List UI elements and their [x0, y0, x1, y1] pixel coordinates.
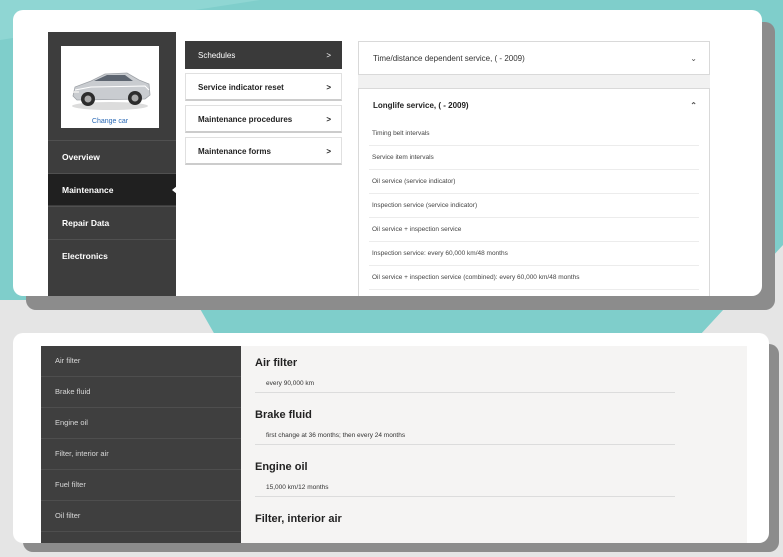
section-title: Air filter — [255, 357, 298, 369]
chevron-down-icon: ⌄ — [690, 54, 697, 63]
section-value: first change at 36 months; then every 24… — [255, 427, 675, 445]
service-items-panel: Air filter Brake fluid Engine oil Filter… — [13, 333, 769, 543]
schedule-link[interactable]: Service item intervals — [369, 146, 699, 170]
submenu-item-label: Maintenance procedures — [198, 115, 293, 124]
nav-item-overview[interactable]: Overview — [48, 140, 176, 172]
schedule-link[interactable]: Oil service (service indicator) — [369, 170, 699, 194]
car-icon — [72, 72, 151, 110]
sidebar-item-oil-filter[interactable]: Oil filter — [41, 501, 241, 532]
chevron-right-icon: > — [326, 147, 331, 156]
accordion-header-longlife[interactable]: Longlife service, ( - 2009) ⌃ — [358, 88, 710, 122]
section-title: Brake fluid — [255, 409, 312, 421]
sidebar-item-timing-belt[interactable]: Timing belt — [41, 532, 241, 543]
submenu-item-label: Schedules — [198, 51, 236, 60]
vehicle-card[interactable]: Change car — [61, 46, 159, 128]
submenu-item-maintenance-procedures[interactable]: Maintenance procedures > — [185, 105, 342, 133]
sidebar-item-air-filter[interactable]: Air filter — [41, 346, 241, 377]
nav-item-electronics[interactable]: Electronics — [48, 239, 176, 271]
chevron-right-icon: > — [326, 51, 331, 60]
schedule-link[interactable]: Oil service + inspection service (combin… — [369, 266, 699, 290]
schedule-link[interactable]: Oil service + inspection service — [369, 218, 699, 242]
submenu-item-service-indicator-reset[interactable]: Service indicator reset > — [185, 73, 342, 101]
sidebar-item-filter-interior-air[interactable]: Filter, interior air — [41, 439, 241, 470]
section-value: 15,000 km/12 months — [255, 479, 675, 497]
submenu-item-label: Maintenance forms — [198, 147, 271, 156]
submenu-item-schedules[interactable]: Schedules > — [185, 41, 342, 69]
accordion-title: Time/distance dependent service, ( - 200… — [373, 54, 525, 63]
schedule-link[interactable]: Inspection service: every 60,000 km/48 m… — [369, 242, 699, 266]
sidebar-item-engine-oil[interactable]: Engine oil — [41, 408, 241, 439]
main-sidebar: Change car Overview Maintenance Repair D… — [48, 32, 177, 296]
sidebar-item-brake-fluid[interactable]: Brake fluid — [41, 377, 241, 408]
schedule-link[interactable]: Inspection service (service indicator) — [369, 194, 699, 218]
section-value: every 90,000 km — [255, 375, 675, 393]
chevron-right-icon: > — [326, 83, 331, 92]
sidebar-item-fuel-filter[interactable]: Fuel filter — [41, 470, 241, 501]
section-title: Engine oil — [255, 461, 308, 473]
schedule-panel: Change car Overview Maintenance Repair D… — [13, 10, 762, 296]
maintenance-submenu: Schedules > Service indicator reset > Ma… — [185, 41, 342, 169]
section-title: Filter, interior air — [255, 513, 342, 525]
chevron-up-icon: ⌃ — [690, 101, 697, 110]
schedule-accordion: Time/distance dependent service, ( - 200… — [358, 41, 710, 296]
nav-item-repair-data[interactable]: Repair Data — [48, 206, 176, 238]
service-item-details: Air filter every 90,000 km Brake fluid f… — [241, 346, 747, 543]
chevron-right-icon: > — [326, 115, 331, 124]
accordion-body-longlife: Timing belt intervals Service item inter… — [358, 122, 710, 296]
nav-item-maintenance[interactable]: Maintenance — [48, 173, 177, 205]
schedule-link[interactable]: Timing belt intervals — [369, 122, 699, 146]
accordion-title: Longlife service, ( - 2009) — [373, 101, 469, 110]
service-item-sidebar: Air filter Brake fluid Engine oil Filter… — [41, 346, 241, 543]
change-car-link[interactable]: Change car — [61, 118, 159, 125]
submenu-item-maintenance-forms[interactable]: Maintenance forms > — [185, 137, 342, 165]
accordion-header-time-distance[interactable]: Time/distance dependent service, ( - 200… — [358, 41, 710, 75]
submenu-item-label: Service indicator reset — [198, 83, 284, 92]
